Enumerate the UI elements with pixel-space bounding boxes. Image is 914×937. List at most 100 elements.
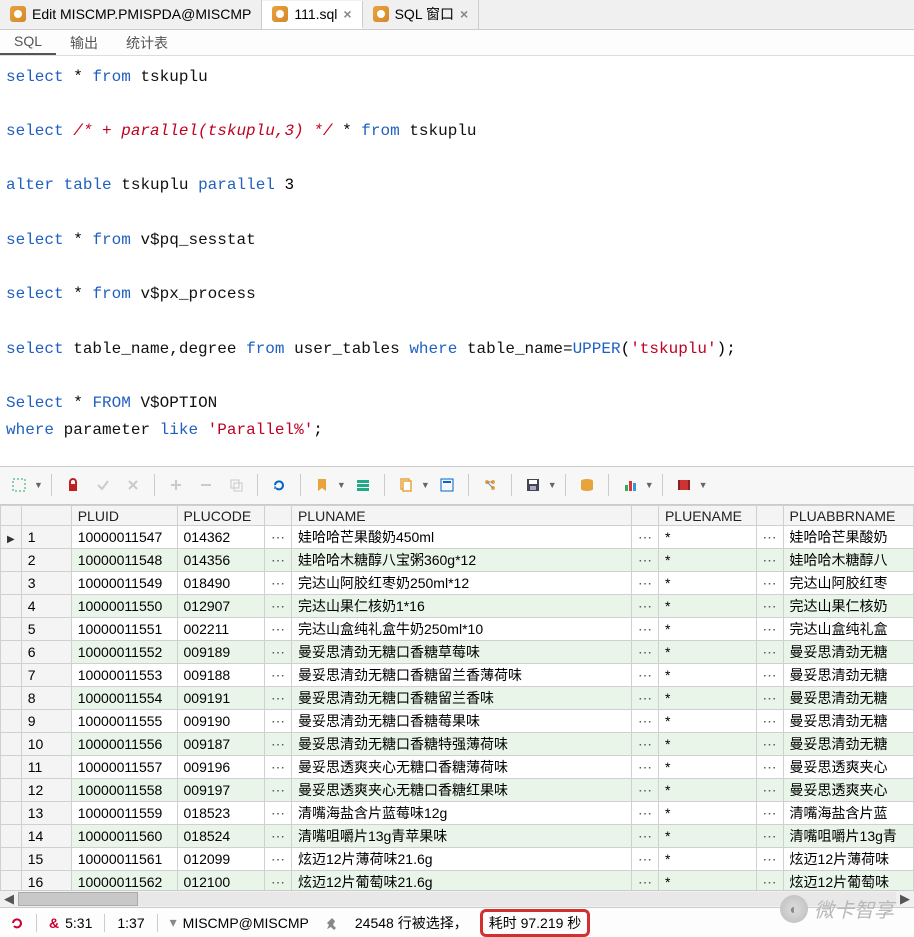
cell-pluename[interactable]: * xyxy=(658,871,756,890)
cell-plucode[interactable]: 009190 xyxy=(177,710,264,733)
cell-pluid[interactable]: 10000011556 xyxy=(71,733,177,756)
table-row[interactable]: ▶110000011547014362⋯娃哈哈芒果酸奶450ml⋯*⋯娃哈哈芒果… xyxy=(1,526,914,549)
link-button[interactable] xyxy=(477,472,503,498)
cell-ellipsis[interactable]: ⋯ xyxy=(756,687,783,710)
cell-ellipsis[interactable]: ⋯ xyxy=(264,664,291,687)
dropdown-arrow-icon[interactable]: ▼ xyxy=(548,480,557,490)
col-plucode[interactable]: PLUCODE xyxy=(177,506,264,526)
cell-ellipsis[interactable]: ⋯ xyxy=(264,756,291,779)
table-row[interactable]: 510000011551002211⋯完达山盒纯礼盒牛奶250ml*10⋯*⋯完… xyxy=(1,618,914,641)
cell-pluabbrname[interactable]: 娃哈哈芒果酸奶 xyxy=(783,526,913,549)
results-grid[interactable]: PLUID PLUCODE PLUNAME PLUENAME PLUABBRNA… xyxy=(0,505,914,889)
subtab-sql[interactable]: SQL xyxy=(0,30,56,55)
close-icon[interactable]: × xyxy=(460,6,468,22)
cell-ellipsis[interactable]: ⋯ xyxy=(756,572,783,595)
cell-ellipsis[interactable]: ⋯ xyxy=(756,733,783,756)
cell-ellipsis[interactable]: ⋯ xyxy=(264,687,291,710)
cell-plucode[interactable]: 009197 xyxy=(177,779,264,802)
cell-ellipsis[interactable]: ⋯ xyxy=(756,848,783,871)
dropdown-arrow-icon[interactable]: ▼ xyxy=(34,480,43,490)
cell-pluname[interactable]: 清嘴咀嚼片13g青苹果味 xyxy=(291,825,631,848)
cell-pluid[interactable]: 10000011550 xyxy=(71,595,177,618)
cell-plucode[interactable]: 012907 xyxy=(177,595,264,618)
cell-ellipsis[interactable]: ⋯ xyxy=(631,549,658,572)
cell-pluid[interactable]: 10000011548 xyxy=(71,549,177,572)
cell-pluname[interactable]: 曼妥思清劲无糖口香糖草莓味 xyxy=(291,641,631,664)
table-row[interactable]: 410000011550012907⋯完达山果仁核奶1*16⋯*⋯完达山果仁核奶 xyxy=(1,595,914,618)
status-seg-reload[interactable] xyxy=(6,916,28,930)
subtab-stats[interactable]: 统计表 xyxy=(112,30,182,55)
table-row[interactable]: 1610000011562012100⋯炫迈12片葡萄味21.6g⋯*⋯炫迈12… xyxy=(1,871,914,890)
cell-ellipsis[interactable]: ⋯ xyxy=(631,687,658,710)
cell-pluename[interactable]: * xyxy=(658,779,756,802)
cell-ellipsis[interactable]: ⋯ xyxy=(756,618,783,641)
cancel-button[interactable] xyxy=(120,472,146,498)
cell-ellipsis[interactable]: ⋯ xyxy=(264,848,291,871)
table-row[interactable]: 610000011552009189⋯曼妥思清劲无糖口香糖草莓味⋯*⋯曼妥思清劲… xyxy=(1,641,914,664)
cell-plucode[interactable]: 009187 xyxy=(177,733,264,756)
scroll-left-icon[interactable]: ◀ xyxy=(0,891,18,907)
dropdown-arrow-icon[interactable]: ▼ xyxy=(645,480,654,490)
cell-ellipsis[interactable]: ⋯ xyxy=(756,825,783,848)
table-row[interactable]: 710000011553009188⋯曼妥思清劲无糖口香糖留兰香薄荷味⋯*⋯曼妥… xyxy=(1,664,914,687)
cell-pluname[interactable]: 炫迈12片薄荷味21.6g xyxy=(291,848,631,871)
cell-pluabbrname[interactable]: 清嘴咀嚼片13g青 xyxy=(783,825,913,848)
cell-ellipsis[interactable]: ⋯ xyxy=(631,618,658,641)
cell-pluid[interactable]: 10000011554 xyxy=(71,687,177,710)
cell-pluid[interactable]: 10000011560 xyxy=(71,825,177,848)
cell-ellipsis[interactable]: ⋯ xyxy=(264,549,291,572)
cell-pluid[interactable]: 10000011552 xyxy=(71,641,177,664)
file-tab-sqlwindow[interactable]: SQL 窗口 × xyxy=(363,0,480,29)
subtab-output[interactable]: 输出 xyxy=(56,30,112,55)
table-row[interactable]: 1510000011561012099⋯炫迈12片薄荷味21.6g⋯*⋯炫迈12… xyxy=(1,848,914,871)
bookmark-button[interactable] xyxy=(309,472,335,498)
row-handle[interactable] xyxy=(1,802,22,825)
cell-ellipsis[interactable]: ⋯ xyxy=(631,595,658,618)
cell-pluabbrname[interactable]: 曼妥思清劲无糖 xyxy=(783,687,913,710)
table-row[interactable]: 1010000011556009187⋯曼妥思清劲无糖口香糖特强薄荷味⋯*⋯曼妥… xyxy=(1,733,914,756)
cell-pluname[interactable]: 曼妥思清劲无糖口香糖特强薄荷味 xyxy=(291,733,631,756)
cell-ellipsis[interactable]: ⋯ xyxy=(264,733,291,756)
cell-ellipsis[interactable]: ⋯ xyxy=(631,710,658,733)
view-button[interactable] xyxy=(434,472,460,498)
cell-pluename[interactable]: * xyxy=(658,526,756,549)
cell-ellipsis[interactable]: ⋯ xyxy=(631,526,658,549)
add-row-button[interactable] xyxy=(163,472,189,498)
row-handle[interactable] xyxy=(1,618,22,641)
cell-pluabbrname[interactable]: 炫迈12片薄荷味 xyxy=(783,848,913,871)
table-row[interactable]: 310000011549018490⋯完达山阿胶红枣奶250ml*12⋯*⋯完达… xyxy=(1,572,914,595)
scroll-track[interactable] xyxy=(18,892,896,906)
row-handle[interactable] xyxy=(1,825,22,848)
cell-plucode[interactable]: 018523 xyxy=(177,802,264,825)
cell-ellipsis[interactable]: ⋯ xyxy=(631,641,658,664)
file-tab-edit[interactable]: Edit MISCMP.PMISPDA@MISCMP xyxy=(0,0,262,29)
cell-plucode[interactable]: 009196 xyxy=(177,756,264,779)
film-button[interactable] xyxy=(671,472,697,498)
cell-pluename[interactable]: * xyxy=(658,549,756,572)
cell-pluename[interactable]: * xyxy=(658,687,756,710)
cell-pluname[interactable]: 完达山果仁核奶1*16 xyxy=(291,595,631,618)
table-row[interactable]: 1410000011560018524⋯清嘴咀嚼片13g青苹果味⋯*⋯清嘴咀嚼片… xyxy=(1,825,914,848)
cell-ellipsis[interactable]: ⋯ xyxy=(264,526,291,549)
cell-pluename[interactable]: * xyxy=(658,664,756,687)
cell-pluename[interactable]: * xyxy=(658,756,756,779)
dropdown-arrow-icon[interactable]: ▼ xyxy=(421,480,430,490)
refresh-button[interactable] xyxy=(266,472,292,498)
cell-ellipsis[interactable]: ⋯ xyxy=(264,595,291,618)
cell-ellipsis[interactable]: ⋯ xyxy=(756,802,783,825)
cell-ellipsis[interactable]: ⋯ xyxy=(631,733,658,756)
row-handle[interactable] xyxy=(1,595,22,618)
table-row[interactable]: 810000011554009191⋯曼妥思清劲无糖口香糖留兰香味⋯*⋯曼妥思清… xyxy=(1,687,914,710)
cell-ellipsis[interactable]: ⋯ xyxy=(631,825,658,848)
save-button[interactable] xyxy=(520,472,546,498)
cell-plucode[interactable]: 009189 xyxy=(177,641,264,664)
cell-pluid[interactable]: 10000011551 xyxy=(71,618,177,641)
row-handle[interactable] xyxy=(1,687,22,710)
cell-pluname[interactable]: 曼妥思清劲无糖口香糖留兰香味 xyxy=(291,687,631,710)
sql-editor[interactable]: select * from tskuplu select /* + parall… xyxy=(0,56,914,466)
status-seg-pin[interactable] xyxy=(321,916,343,930)
cell-ellipsis[interactable]: ⋯ xyxy=(264,710,291,733)
table-row[interactable]: 1310000011559018523⋯清嘴海盐含片蓝莓味12g⋯*⋯清嘴海盐含… xyxy=(1,802,914,825)
cell-ellipsis[interactable]: ⋯ xyxy=(631,871,658,890)
cell-ellipsis[interactable]: ⋯ xyxy=(631,664,658,687)
